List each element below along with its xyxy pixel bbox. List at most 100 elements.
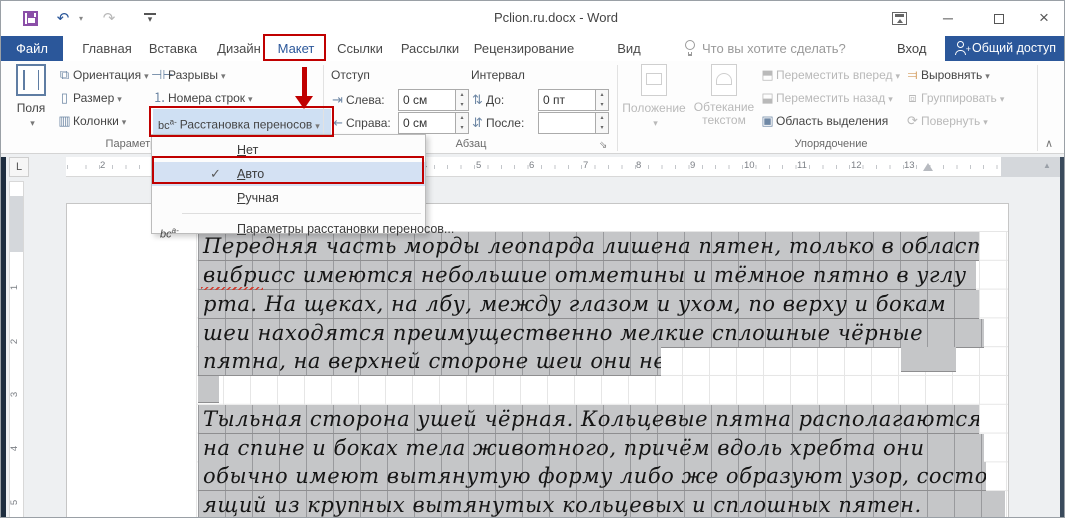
text-line[interactable]: вибрисс имеются небольшие отметины и тём… bbox=[198, 261, 976, 290]
ruler-number: 6 bbox=[529, 160, 534, 171]
ruler-number: 3 bbox=[9, 392, 20, 397]
spacing-before-input[interactable] bbox=[538, 89, 596, 111]
send-backward-icon: ⬓ bbox=[759, 87, 776, 109]
tab-stop-selector[interactable]: L bbox=[9, 157, 29, 177]
tab-layout[interactable]: Макет bbox=[271, 36, 321, 61]
vertical-ruler[interactable]: 1 2 3 4 5 bbox=[9, 181, 24, 518]
spacing-after-field[interactable]: ▴▾ bbox=[538, 112, 596, 134]
text-line[interactable]: пятна, на верхней стороне шеи они нескол… bbox=[198, 347, 661, 376]
undo-dropdown-icon[interactable]: ▾ bbox=[71, 9, 91, 29]
hyphenation-button[interactable]: bca-Расстановка переносов▾ bbox=[153, 109, 331, 134]
ruler-number: 13 bbox=[904, 160, 915, 171]
selection-fragment bbox=[198, 376, 219, 403]
send-backward-button[interactable]: ⬓Переместить назад▾ bbox=[759, 87, 893, 109]
tab-insert[interactable]: Вставка bbox=[143, 36, 203, 61]
menu-item-hyphenation-options[interactable]: bca- Параметры расстановки переносов... bbox=[152, 217, 425, 241]
right-indent-marker[interactable] bbox=[923, 163, 933, 171]
margins-icon bbox=[16, 64, 46, 96]
redo-button[interactable]: ↷ bbox=[99, 9, 119, 29]
maximize-button[interactable] bbox=[984, 7, 1014, 29]
spacing-before-label: ⇅До: bbox=[469, 89, 504, 111]
text-line[interactable]: на спине и боках тела животного, причём … bbox=[198, 434, 984, 463]
margins-button[interactable]: Поля ▾ bbox=[9, 64, 53, 129]
menu-item-none[interactable]: Нет bbox=[152, 138, 425, 162]
spinner-icon[interactable]: ▴▾ bbox=[456, 89, 469, 111]
wrap-text-label: Обтекание текстом bbox=[689, 101, 759, 127]
ribbon-display-options-icon[interactable] bbox=[892, 12, 907, 25]
tab-design[interactable]: Дизайн bbox=[211, 36, 267, 61]
text-line[interactable]: ящий из крупных вытянутых кольцевых и сп… bbox=[198, 491, 1005, 518]
menu-item-auto[interactable]: ✓ Авто bbox=[152, 162, 425, 186]
position-button[interactable]: Положение ▾ bbox=[621, 64, 687, 129]
ruler-number: 7 bbox=[583, 160, 588, 171]
tell-me-search[interactable]: Что вы хотите сделать? bbox=[684, 36, 846, 61]
bring-forward-button[interactable]: ⬒Переместить вперед▾ bbox=[759, 64, 900, 86]
breaks-label: Разрывы bbox=[168, 68, 218, 82]
align-button[interactable]: ⫤Выровнять▾ bbox=[904, 64, 990, 86]
spacing-after-input[interactable] bbox=[538, 112, 596, 134]
ruler-number: 9 bbox=[690, 160, 695, 171]
text-line[interactable]: Тыльная сторона ушей чёрная. Кольцевые п… bbox=[198, 405, 979, 434]
line-numbers-label: Номера строк bbox=[168, 91, 245, 105]
ruler-number: 2 bbox=[100, 160, 105, 171]
group-label-arrange: Упорядочение bbox=[741, 138, 921, 150]
maximize-icon bbox=[994, 14, 1004, 24]
minimize-button[interactable]: ─ bbox=[933, 7, 963, 29]
tab-review[interactable]: Рецензирование bbox=[471, 36, 577, 61]
collapse-ribbon-icon[interactable]: ∧ bbox=[1045, 137, 1053, 150]
undo-button[interactable]: ↶ bbox=[53, 9, 73, 29]
line-numbers-button[interactable]: ⒈Номера строк▾ bbox=[151, 87, 253, 109]
sign-in-button[interactable]: Вход bbox=[897, 36, 926, 61]
customize-qat-button[interactable]: ▾ bbox=[144, 13, 156, 25]
columns-button[interactable]: ▥Колонки▾ bbox=[56, 110, 126, 132]
tab-file[interactable]: Файл bbox=[1, 36, 63, 61]
spacing-after-icon: ⇵ bbox=[469, 112, 486, 134]
line-numbers-icon: ⒈ bbox=[151, 87, 168, 109]
text-line[interactable]: рта. На щеках, на лбу, между глазом и ух… bbox=[198, 290, 979, 319]
spinner-icon[interactable]: ▴▾ bbox=[596, 89, 609, 111]
text-line[interactable]: обычно имеют вытянутую форму либо же обр… bbox=[198, 462, 986, 491]
indent-left-label: ⇥Слева: bbox=[329, 89, 385, 111]
spacing-before-icon: ⇅ bbox=[469, 89, 486, 111]
tab-mailings[interactable]: Рассылки bbox=[399, 36, 461, 61]
annotation-arrow bbox=[302, 67, 307, 97]
bring-forward-icon: ⬒ bbox=[759, 64, 776, 86]
indent-right-field[interactable]: ▴▾ bbox=[398, 112, 456, 134]
selection-pane-button[interactable]: ▣Область выделения bbox=[759, 110, 888, 132]
paragraph-dialog-launcher-icon[interactable]: ⇘ bbox=[599, 140, 607, 151]
align-icon: ⫤ bbox=[904, 64, 921, 86]
tab-view[interactable]: Вид bbox=[611, 36, 647, 61]
menu-item-label: Параметры расстановки переносов... bbox=[237, 217, 454, 241]
chevron-down-icon: ▾ bbox=[30, 118, 35, 128]
scroll-up-icon[interactable]: ▲ bbox=[1043, 161, 1051, 170]
hyphenation-label: Расстановка переносов bbox=[180, 118, 313, 132]
menu-item-manual[interactable]: Ручная bbox=[152, 186, 425, 210]
rotate-button[interactable]: ⟳Повернуть▾ bbox=[904, 110, 988, 132]
rotate-icon: ⟳ bbox=[904, 110, 921, 132]
title-bar: ↶ ▾ ↷ ▾ Pclion.ru.docx - Word ─ × bbox=[1, 1, 1064, 36]
tab-home[interactable]: Главная bbox=[76, 36, 138, 61]
size-icon: ▯ bbox=[56, 87, 73, 109]
group-objects-icon: ⧈ bbox=[904, 87, 921, 109]
wrap-text-icon bbox=[711, 64, 737, 96]
indent-right-input[interactable] bbox=[398, 112, 456, 134]
ruler-number: 1 bbox=[9, 285, 20, 290]
wrap-text-button[interactable]: Обтекание текстом bbox=[689, 64, 759, 127]
spinner-icon[interactable]: ▴▾ bbox=[596, 112, 609, 134]
indent-left-input[interactable] bbox=[398, 89, 456, 111]
share-button[interactable]: +Общий доступ bbox=[945, 36, 1065, 61]
spinner-icon[interactable]: ▴▾ bbox=[456, 112, 469, 134]
breaks-button[interactable]: ⊣⊢Разрывы▾ bbox=[151, 64, 225, 86]
spacing-before-field[interactable]: ▴▾ bbox=[538, 89, 596, 111]
selection-pane-icon: ▣ bbox=[759, 110, 776, 132]
text-line[interactable]: шеи находятся преимущественно мелкие спл… bbox=[198, 319, 984, 348]
indent-header: Отступ bbox=[331, 68, 370, 82]
group-button[interactable]: ⧈Группировать▾ bbox=[904, 87, 1004, 109]
close-button[interactable]: × bbox=[1029, 7, 1059, 29]
indent-left-field[interactable]: ▴▾ bbox=[398, 89, 456, 111]
orientation-button[interactable]: ⧉Ориентация▾ bbox=[56, 64, 149, 86]
tab-references[interactable]: Ссылки bbox=[334, 36, 386, 61]
save-icon[interactable] bbox=[23, 11, 38, 26]
size-button[interactable]: ▯Размер▾ bbox=[56, 87, 122, 109]
tell-me-placeholder: Что вы хотите сделать? bbox=[702, 41, 846, 56]
